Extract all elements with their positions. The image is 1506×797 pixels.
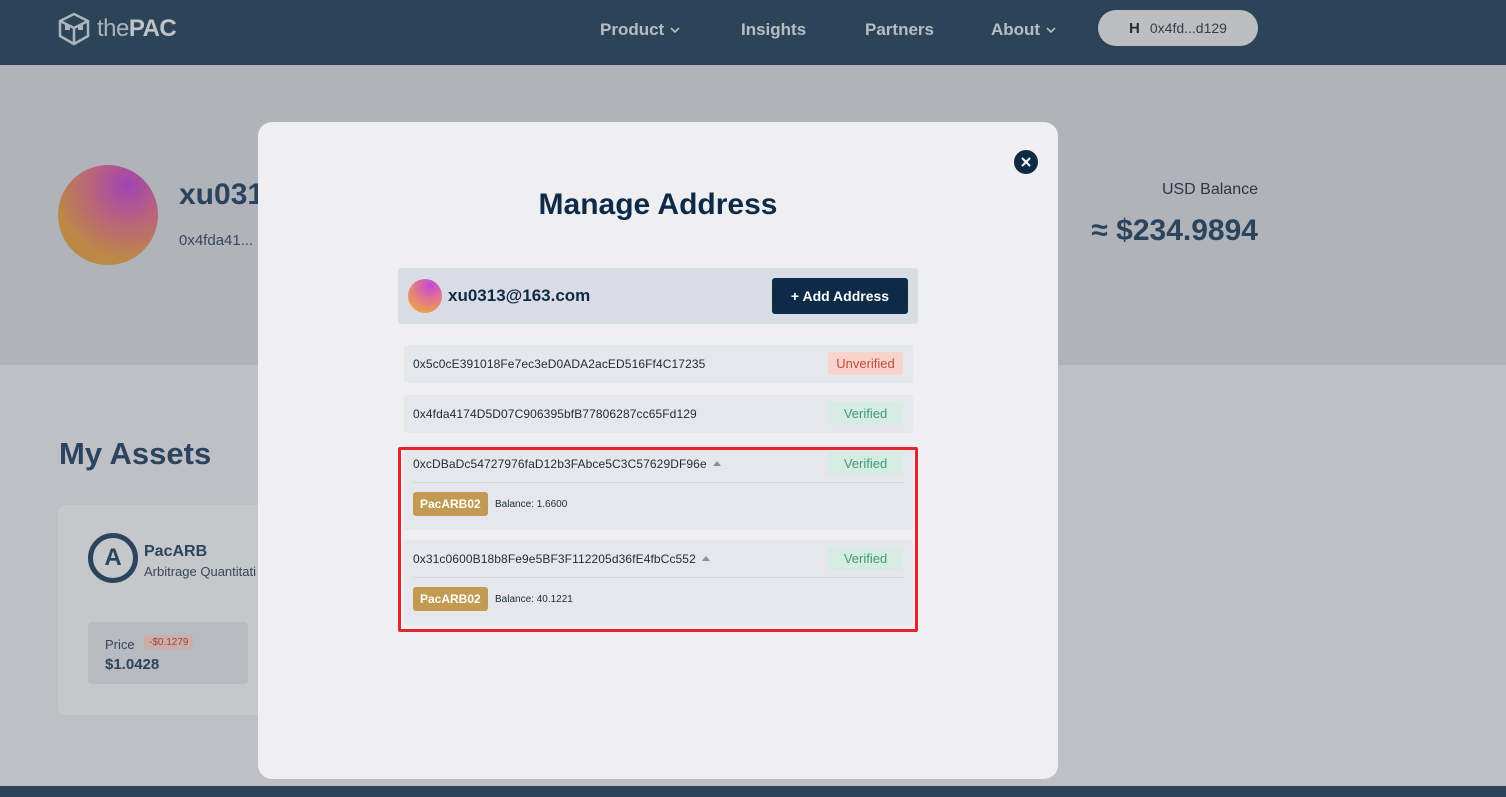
modal-title: Manage Address <box>538 188 778 221</box>
status-badge: Unverified <box>828 352 903 375</box>
close-button[interactable] <box>1014 150 1038 174</box>
address-text: 0x5c0cE391018Fe7ec3eD0ADA2acED516Ff4C172… <box>413 357 706 371</box>
account-email: xu0313@163.com <box>448 286 591 305</box>
address-row[interactable]: 0x4fda4174D5D07C906395bfB77806287cc65Fd1… <box>404 395 913 433</box>
avatar <box>408 279 442 313</box>
manage-address-modal: Manage Address xu0313@163.com + Add Addr… <box>258 122 1058 779</box>
status-badge: Verified <box>828 402 903 425</box>
address-row[interactable]: 0x5c0cE391018Fe7ec3eD0ADA2acED516Ff4C172… <box>404 345 913 383</box>
account-bar: xu0313@163.com + Add Address <box>398 268 918 324</box>
add-address-button[interactable]: + Add Address <box>772 278 908 314</box>
address-text: 0x4fda4174D5D07C906395bfB77806287cc65Fd1… <box>413 407 697 421</box>
highlight-box <box>398 447 918 632</box>
close-icon <box>1021 157 1031 167</box>
